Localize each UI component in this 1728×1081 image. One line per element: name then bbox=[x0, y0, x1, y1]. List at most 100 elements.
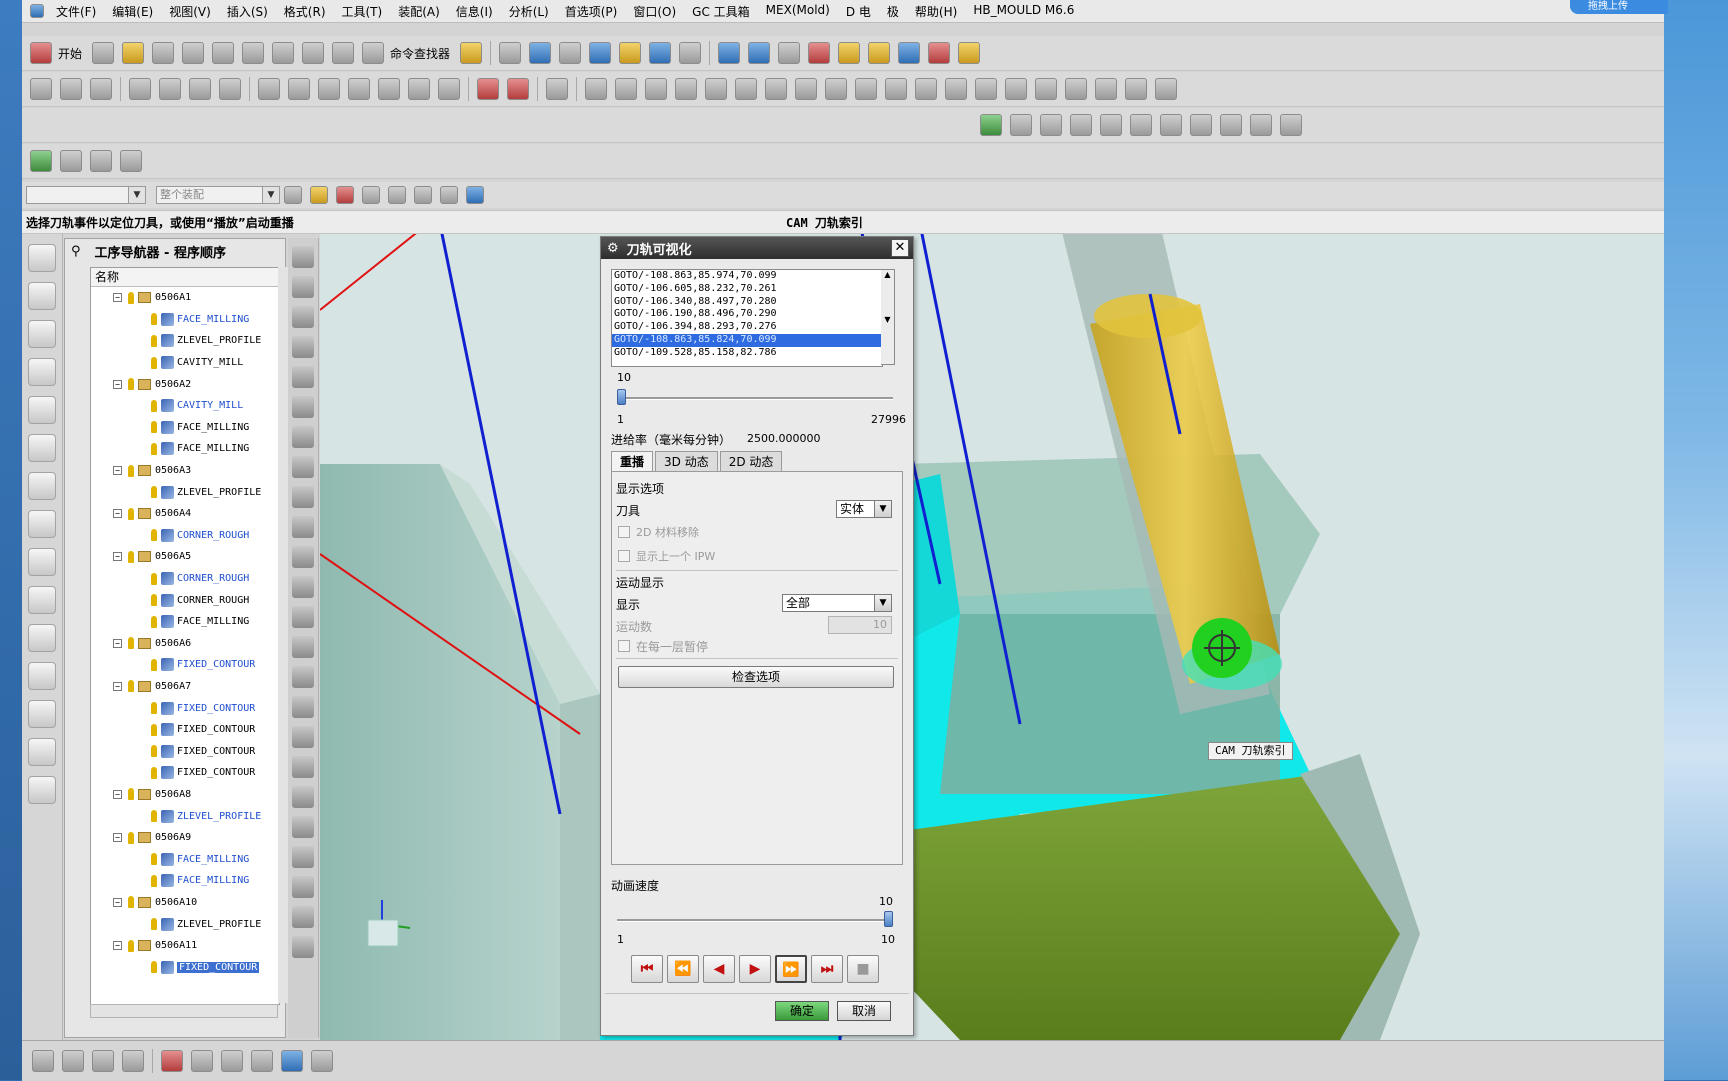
snap-point-icon[interactable] bbox=[310, 186, 328, 204]
resource-history-icon[interactable] bbox=[28, 586, 56, 614]
operation-row[interactable]: FIXED_CONTOUR bbox=[91, 719, 279, 741]
speed-slider-track[interactable] bbox=[617, 919, 893, 922]
resource-list-icon[interactable] bbox=[28, 624, 56, 652]
create-operation-icon[interactable] bbox=[30, 150, 52, 172]
pattern-icon[interactable] bbox=[546, 78, 568, 100]
play-backward-icon[interactable]: ◀ bbox=[703, 955, 735, 983]
shell-icon[interactable] bbox=[378, 78, 400, 100]
sync-offset-icon[interactable] bbox=[1040, 114, 1062, 136]
checkbox-pause-each-layer[interactable] bbox=[618, 640, 630, 652]
side-tool-18-icon[interactable] bbox=[292, 756, 314, 778]
side-tool-2-icon[interactable] bbox=[292, 276, 314, 298]
side-tool-6-icon[interactable] bbox=[292, 396, 314, 418]
operation-row[interactable]: FACE_MILLING bbox=[91, 848, 279, 870]
collapse-icon[interactable]: − bbox=[113, 833, 122, 843]
program-group-row[interactable]: − 0506A5 bbox=[91, 546, 279, 568]
goto-line[interactable]: GOTO/-106.394,88.293,70.276 bbox=[612, 321, 882, 334]
render-style-icon[interactable] bbox=[559, 42, 582, 64]
pocket-icon[interactable] bbox=[1005, 78, 1027, 100]
draft-icon[interactable] bbox=[825, 78, 847, 100]
menu-item-7[interactable]: 信息(I) bbox=[448, 3, 501, 20]
resource-user-icon[interactable] bbox=[28, 738, 56, 766]
resource-program-icon[interactable] bbox=[28, 358, 56, 386]
operation-row[interactable]: FACE_MILLING bbox=[91, 417, 279, 439]
operation-row[interactable]: CORNER_ROUGH bbox=[91, 568, 279, 590]
side-tool-9-icon[interactable] bbox=[292, 486, 314, 508]
bottom-tool-3-icon[interactable] bbox=[92, 1050, 114, 1072]
offset-face-icon[interactable] bbox=[129, 78, 151, 100]
wcs-icon[interactable] bbox=[649, 42, 672, 64]
bottom-tool-8-icon[interactable] bbox=[251, 1050, 273, 1072]
program-group-row[interactable]: − 0506A9 bbox=[91, 827, 279, 849]
bottom-tool-2-icon[interactable] bbox=[62, 1050, 84, 1072]
program-group-row[interactable]: − 0506A3 bbox=[91, 460, 279, 482]
side-tool-1-icon[interactable] bbox=[292, 246, 314, 268]
step-slider-handle[interactable] bbox=[617, 389, 626, 405]
checkbox-prev-ipw[interactable] bbox=[618, 550, 630, 562]
menu-item-10[interactable]: 窗口(O) bbox=[625, 3, 684, 20]
new-file-icon[interactable] bbox=[92, 42, 115, 64]
tab-2[interactable]: 2D 动态 bbox=[719, 451, 783, 472]
operation-row[interactable]: FIXED_CONTOUR bbox=[91, 697, 279, 719]
groove-icon[interactable] bbox=[1035, 78, 1057, 100]
bottom-tool-7-icon[interactable] bbox=[221, 1050, 243, 1072]
goto-list[interactable]: GOTO/-108.863,85.974,70.099 GOTO/-106.605… bbox=[611, 269, 883, 367]
program-group-row[interactable]: − 0506A1 bbox=[91, 287, 279, 309]
check-options-button[interactable]: 检查选项 bbox=[618, 666, 894, 688]
boolean-intersect-icon[interactable] bbox=[765, 78, 787, 100]
move-face-icon[interactable] bbox=[159, 78, 181, 100]
generate-path-icon[interactable] bbox=[718, 42, 741, 64]
sync-replace-icon[interactable] bbox=[1070, 114, 1092, 136]
upload-badge[interactable]: 拖拽上传 bbox=[1570, 0, 1668, 14]
graphics-viewport[interactable] bbox=[320, 234, 1664, 1040]
create-program-icon[interactable] bbox=[60, 150, 82, 172]
menu-item-3[interactable]: 插入(S) bbox=[219, 3, 276, 20]
resource-info-icon[interactable] bbox=[28, 510, 56, 538]
create-method-icon[interactable] bbox=[120, 150, 142, 172]
operation-row[interactable]: CAVITY_MILL bbox=[91, 395, 279, 417]
sync-mirror-icon[interactable] bbox=[1280, 114, 1302, 136]
collapse-icon[interactable]: − bbox=[113, 638, 122, 648]
verify-path-icon[interactable] bbox=[748, 42, 771, 64]
navigator-hscrollbar[interactable] bbox=[90, 1004, 278, 1018]
delete-face-icon[interactable] bbox=[219, 78, 241, 100]
sync-pull-icon[interactable] bbox=[1010, 114, 1032, 136]
type-filter-dropdown[interactable]: ▼ bbox=[26, 186, 146, 204]
bottom-tool-10-icon[interactable] bbox=[311, 1050, 333, 1072]
cylinder-icon[interactable] bbox=[615, 78, 637, 100]
goto-line[interactable]: GOTO/-106.605,88.232,70.261 bbox=[612, 283, 882, 296]
tab-1[interactable]: 3D 动态 bbox=[655, 451, 718, 472]
menu-item-1[interactable]: 编辑(E) bbox=[104, 3, 161, 20]
sync-paste-icon[interactable] bbox=[1220, 114, 1242, 136]
pin-icon[interactable]: ⚲ bbox=[71, 244, 81, 259]
plane-icon[interactable] bbox=[507, 78, 529, 100]
goto-line[interactable]: GOTO/-108.863,85.824,70.099 bbox=[612, 333, 882, 347]
sync-flag-icon[interactable] bbox=[1100, 114, 1122, 136]
resource-print-icon[interactable] bbox=[28, 776, 56, 804]
menu-item-5[interactable]: 工具(T) bbox=[334, 3, 391, 20]
emboss-icon[interactable] bbox=[1065, 78, 1087, 100]
step-slider-track[interactable] bbox=[617, 397, 893, 400]
operation-row[interactable]: CAVITY_MILL bbox=[91, 352, 279, 374]
collapse-icon[interactable]: − bbox=[113, 379, 122, 389]
simulate-icon[interactable] bbox=[838, 42, 861, 64]
operation-row[interactable]: FIXED_CONTOUR bbox=[91, 956, 279, 978]
resource-role-icon[interactable] bbox=[28, 700, 56, 728]
operation-row[interactable]: FIXED_CONTOUR bbox=[91, 762, 279, 784]
delete-icon[interactable] bbox=[302, 42, 325, 64]
operation-row[interactable]: CORNER_ROUGH bbox=[91, 589, 279, 611]
tool-icon[interactable] bbox=[898, 42, 921, 64]
mirror-icon[interactable] bbox=[795, 78, 817, 100]
filter-gear-icon[interactable] bbox=[284, 186, 302, 204]
spline-icon[interactable] bbox=[288, 78, 310, 100]
side-tool-7-icon[interactable] bbox=[292, 426, 314, 448]
fit-view-icon[interactable] bbox=[529, 42, 552, 64]
resource-web-icon[interactable] bbox=[28, 548, 56, 576]
box-select-icon[interactable] bbox=[414, 186, 432, 204]
resource-machine-icon[interactable] bbox=[28, 282, 56, 310]
side-tool-13-icon[interactable] bbox=[292, 606, 314, 628]
shop-doc-icon[interactable] bbox=[778, 42, 801, 64]
program-group-row[interactable]: − 0506A10 bbox=[91, 892, 279, 914]
menu-item-8[interactable]: 分析(L) bbox=[501, 3, 557, 20]
boss-icon[interactable] bbox=[975, 78, 997, 100]
